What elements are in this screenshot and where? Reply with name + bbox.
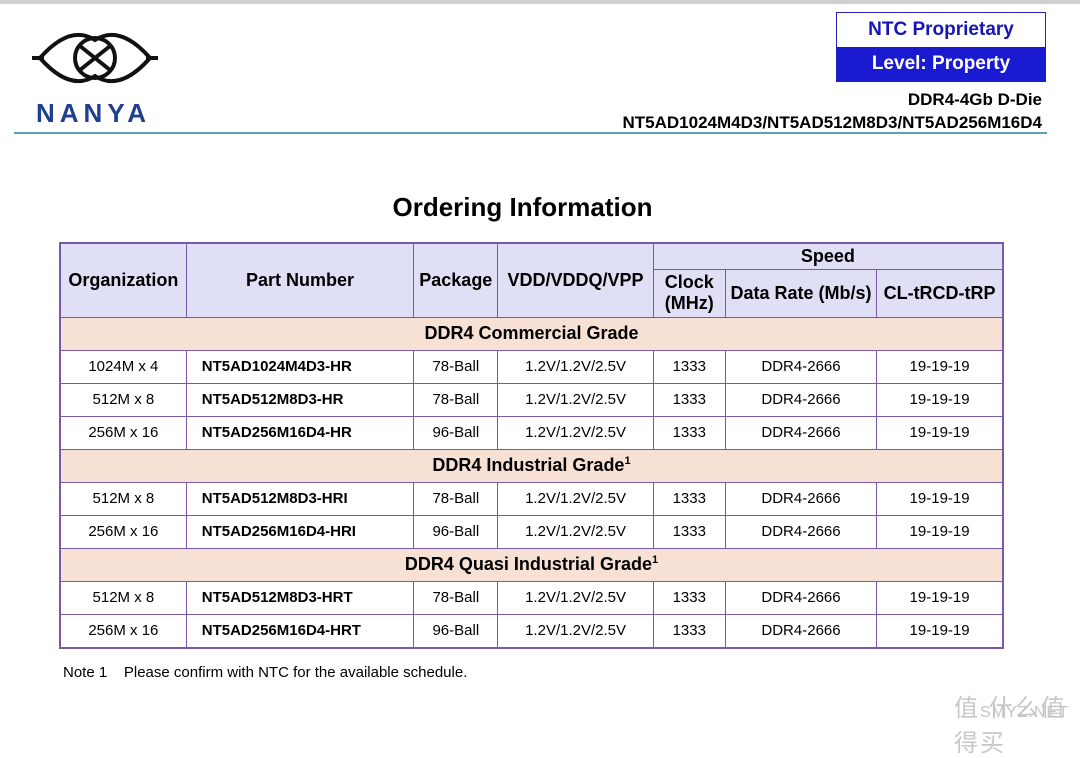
- cell-cl: 19-19-19: [876, 514, 1004, 549]
- grade-label: DDR4 Commercial Grade: [424, 323, 639, 343]
- cell-package: 78-Ball: [413, 349, 499, 384]
- cell-cl: 19-19-19: [876, 382, 1004, 417]
- product-line: DDR4-4Gb D-Die: [907, 90, 1042, 109]
- cell-clock: 1333: [652, 349, 726, 384]
- grade-label: DDR4 Quasi Industrial Grade: [404, 554, 652, 574]
- grade-footnote-ref: 1: [624, 455, 631, 467]
- table-row: 256M x 16 NT5AD256M16D4-HRI 96-Ball 1.2V…: [59, 514, 1004, 549]
- cell-data-rate: DDR4-2666: [724, 349, 878, 384]
- brand-name: NANYA: [36, 98, 152, 128]
- cell-part-number: NT5AD512M8D3-HRI: [185, 481, 415, 516]
- cell-voltage: 1.2V/1.2V/2.5V: [497, 514, 654, 549]
- cell-package: 96-Ball: [413, 613, 499, 648]
- cell-data-rate: DDR4-2666: [724, 580, 878, 615]
- cell-clock: 1333: [652, 415, 726, 450]
- cell-package: 78-Ball: [413, 382, 499, 417]
- cell-clock: 1333: [652, 613, 726, 648]
- cell-part-number: NT5AD1024M4D3-HR: [185, 349, 415, 384]
- cell-clock: 1333: [652, 514, 726, 549]
- footnote: Note 1 Please confirm with NTC for the a…: [63, 664, 468, 681]
- cell-data-rate: DDR4-2666: [724, 613, 878, 648]
- cell-package: 96-Ball: [413, 415, 499, 450]
- cell-data-rate: DDR4-2666: [724, 514, 878, 549]
- col-voltage: VDD/VDDQ/VPP: [497, 242, 654, 318]
- cell-data-rate: DDR4-2666: [724, 415, 878, 450]
- cell-cl: 19-19-19: [876, 580, 1004, 615]
- grade-label: DDR4 Industrial Grade: [432, 455, 625, 475]
- cell-package: 78-Ball: [413, 580, 499, 615]
- top-border: [0, 0, 1080, 4]
- col-clock: Clock (MHz): [652, 268, 726, 318]
- grade-footnote-ref: 1: [651, 554, 659, 566]
- cell-organization: 256M x 16: [59, 613, 187, 648]
- header-divider: [14, 132, 1047, 134]
- cell-part-number: NT5AD512M8D3-HR: [185, 382, 415, 417]
- cell-clock: 1333: [652, 580, 726, 615]
- ntc-proprietary-label: NTC Proprietary: [837, 13, 1045, 47]
- cell-organization: 256M x 16: [59, 514, 187, 549]
- cell-data-rate: DDR4-2666: [724, 481, 878, 516]
- cell-part-number: NT5AD256M16D4-HRI: [185, 514, 415, 549]
- cell-clock: 1333: [652, 481, 726, 516]
- watermark-en: SMYZ.NET: [980, 704, 1069, 721]
- ordering-table: Organization Part Number Package VDD/VDD…: [59, 242, 1004, 649]
- grade-row: DDR4 Quasi Industrial Grade1: [59, 547, 1004, 582]
- cell-organization: 256M x 16: [59, 415, 187, 450]
- watermark: 值 什么值得买 SMYZ.NET: [910, 686, 1070, 757]
- table-row: 256M x 16 NT5AD256M16D4-HR 96-Ball 1.2V/…: [59, 415, 1004, 450]
- table-row: 512M x 8 NT5AD512M8D3-HRI 78-Ball 1.2V/1…: [59, 481, 1004, 516]
- cell-cl: 19-19-19: [876, 481, 1004, 516]
- cell-package: 78-Ball: [413, 481, 499, 516]
- cell-cl: 19-19-19: [876, 415, 1004, 450]
- cell-cl: 19-19-19: [876, 613, 1004, 648]
- cell-organization: 1024M x 4: [59, 349, 187, 384]
- product-part-numbers: NT5AD1024M4D3/NT5AD512M8D3/NT5AD256M16D4: [622, 113, 1043, 132]
- table-row: 1024M x 4 NT5AD1024M4D3-HR 78-Ball 1.2V/…: [59, 349, 1004, 384]
- cell-part-number: NT5AD512M8D3-HRT: [185, 580, 415, 615]
- grade-row: DDR4 Industrial Grade1: [59, 448, 1004, 483]
- col-organization: Organization: [59, 242, 187, 318]
- cell-organization: 512M x 8: [59, 580, 187, 615]
- cell-data-rate: DDR4-2666: [724, 382, 878, 417]
- cell-clock: 1333: [652, 382, 726, 417]
- cell-part-number: NT5AD256M16D4-HR: [185, 415, 415, 450]
- col-part-number: Part Number: [185, 242, 415, 318]
- cell-voltage: 1.2V/1.2V/2.5V: [497, 415, 654, 450]
- page-title: Ordering Information: [392, 192, 653, 222]
- level-label: Level: Property: [837, 47, 1045, 81]
- cell-voltage: 1.2V/1.2V/2.5V: [497, 382, 654, 417]
- grade-row: DDR4 Commercial Grade: [59, 316, 1004, 351]
- cell-package: 96-Ball: [413, 514, 499, 549]
- col-speed: Speed: [652, 242, 1004, 270]
- nanya-emblem-icon: [32, 32, 158, 84]
- cell-voltage: 1.2V/1.2V/2.5V: [497, 481, 654, 516]
- table-row: 256M x 16 NT5AD256M16D4-HRT 96-Ball 1.2V…: [59, 613, 1004, 648]
- cell-cl: 19-19-19: [876, 349, 1004, 384]
- table-row: 512M x 8 NT5AD512M8D3-HRT 78-Ball 1.2V/1…: [59, 580, 1004, 615]
- cell-voltage: 1.2V/1.2V/2.5V: [497, 349, 654, 384]
- ntc-classification-box: NTC Proprietary Level: Property: [836, 12, 1046, 82]
- cell-organization: 512M x 8: [59, 382, 187, 417]
- col-cl: CL-tRCD-tRP: [876, 268, 1004, 318]
- cell-organization: 512M x 8: [59, 481, 187, 516]
- watermark-cn: 值 什么值得买: [954, 695, 1067, 757]
- cell-voltage: 1.2V/1.2V/2.5V: [497, 580, 654, 615]
- cell-part-number: NT5AD256M16D4-HRT: [185, 613, 415, 648]
- table-row: 512M x 8 NT5AD512M8D3-HR 78-Ball 1.2V/1.…: [59, 382, 1004, 417]
- col-package: Package: [413, 242, 499, 318]
- cell-voltage: 1.2V/1.2V/2.5V: [497, 613, 654, 648]
- col-data-rate: Data Rate (Mb/s): [724, 268, 878, 318]
